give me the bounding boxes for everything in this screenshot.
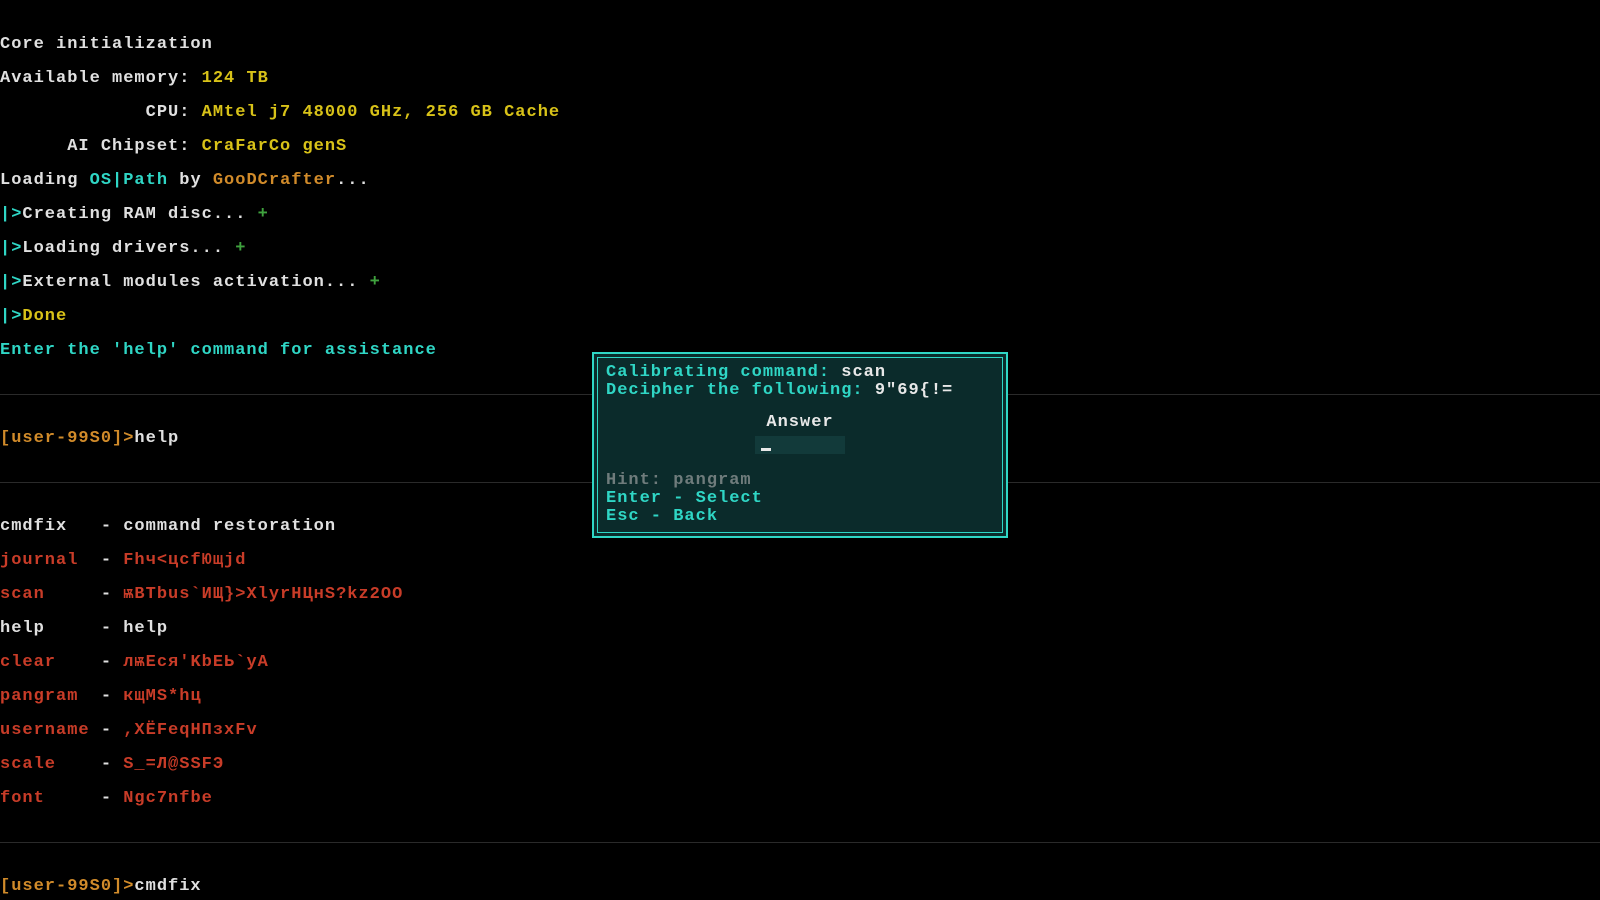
help-username: username - ,XЁFeqHПзxFv [0,722,1600,739]
text-caret-icon [761,448,771,451]
decipher-modal-inner: Calibrating command: scan Decipher the f… [597,357,1003,533]
help-help: help - help [0,620,1600,637]
modal-spacer [606,454,994,472]
help-scale: scale - S_=Л@SSFЭ [0,756,1600,773]
divider [0,842,1600,843]
modal-hint: Hint: pangram [606,472,994,490]
prompt-line-2: [user-99S0]>cmdfix [0,878,1600,895]
boot-cpu: CPU: AMtel j7 48000 GHz, 256 GB Cache [0,104,1600,121]
modal-calibrating-line: Calibrating command: scan [606,364,994,382]
modal-decipher-line: Decipher the following: 9"69{!= [606,382,994,400]
boot-ai-chipset: AI Chipset: CraFarCo genS [0,138,1600,155]
boot-memory: Available memory: 124 TB [0,70,1600,87]
boot-step-ram-disc: |>Creating RAM disc... + [0,206,1600,223]
help-pangram: pangram - кщMS*hц [0,688,1600,705]
modal-enter-hint: Enter - Select [606,490,994,508]
help-clear: clear - лѭEcя'KbEЬ`yA [0,654,1600,671]
boot-core-init: Core initialization [0,36,1600,53]
decipher-modal[interactable]: Calibrating command: scan Decipher the f… [592,352,1008,538]
help-journal: journal - Fhч<цcfЮщjd [0,552,1600,569]
boot-step-drivers: |>Loading drivers... + [0,240,1600,257]
modal-answer-input-row [606,436,994,454]
boot-loading-os: Loading OS|Path by GooDCrafter... [0,172,1600,189]
answer-input[interactable] [755,436,845,454]
modal-esc-hint: Esc - Back [606,508,994,526]
boot-done: |>Done [0,308,1600,325]
modal-answer-label: Answer [606,414,994,432]
help-scan: scan - ѭBTbus`ИЩ}>XlyrHЦнS?kz2OO [0,586,1600,603]
help-font: font - Ngc7nfbe [0,790,1600,807]
boot-step-modules: |>External modules activation... + [0,274,1600,291]
